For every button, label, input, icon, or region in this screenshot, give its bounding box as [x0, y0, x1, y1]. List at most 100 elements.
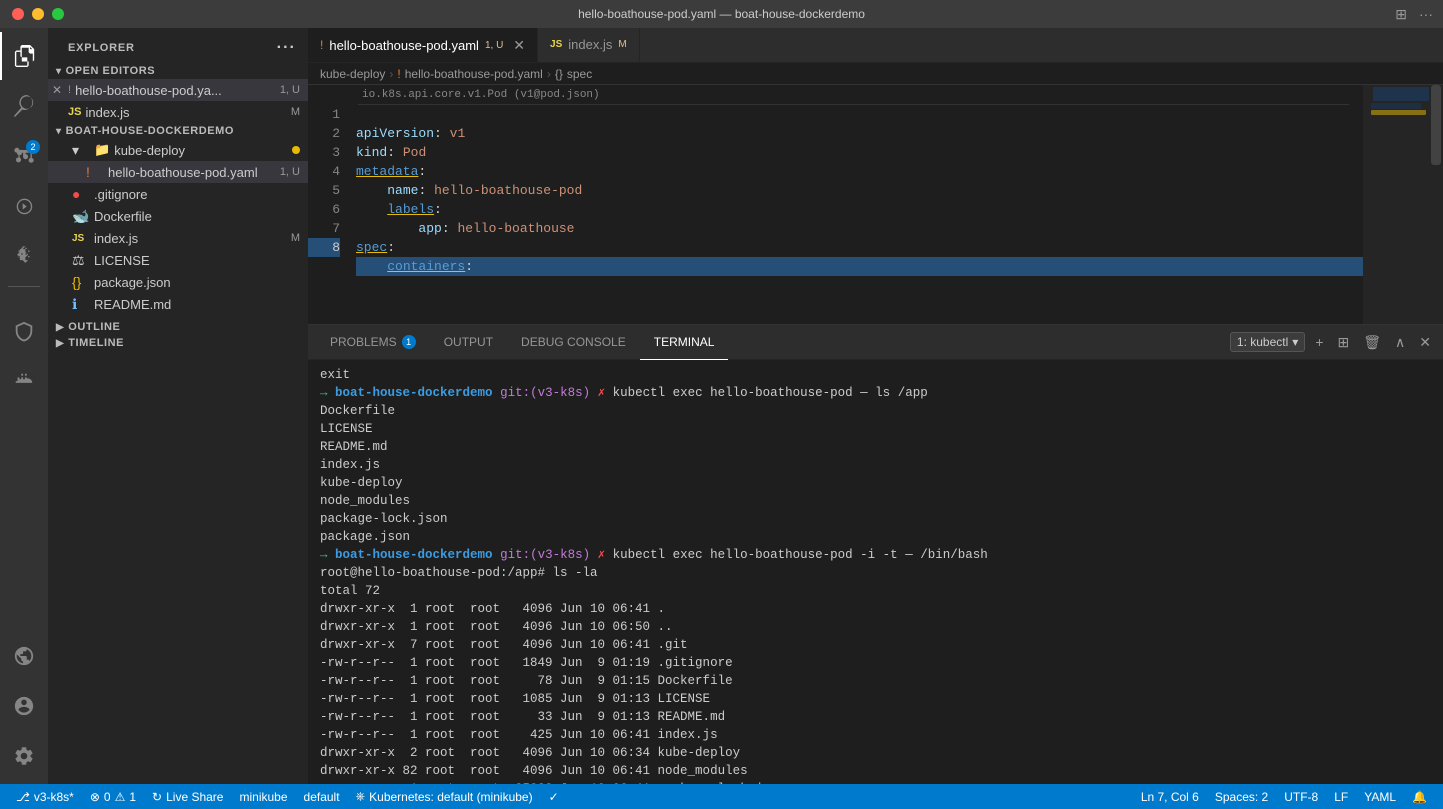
file-package-json[interactable]: {} package.json — [48, 271, 308, 293]
file-license-name: LICENSE — [94, 253, 150, 268]
outline-label: OUTLINE — [68, 321, 120, 333]
open-editors-section[interactable]: ▾ OPEN EDITORS — [48, 63, 308, 79]
warning-icon: ⚠ — [115, 790, 126, 804]
term-file-index: -rw-r--r-- 1 root root 425 Jun 10 06:41 … — [320, 726, 1431, 744]
activity-settings[interactable] — [0, 732, 48, 780]
tab-problems[interactable]: PROBLEMS 1 — [316, 325, 430, 360]
activity-docker[interactable] — [0, 358, 48, 406]
file-hello-boathouse-pod-yaml[interactable]: ! hello-boathouse-pod.yaml 1, U — [48, 161, 308, 183]
activity-bar: 2 — [0, 28, 48, 784]
term-file-gitignore: -rw-r--r-- 1 root root 1849 Jun 9 01:19 … — [320, 654, 1431, 672]
sidebar: EXPLORER ··· ▾ OPEN EDITORS ✕ ! hello-bo… — [48, 28, 308, 784]
project-section[interactable]: ▾ BOAT-HOUSE-DOCKERDEMO — [48, 123, 308, 139]
terminal-selector[interactable]: 1: kubectl ▾ — [1230, 332, 1305, 352]
readme-icon: ℹ — [72, 296, 88, 313]
term-ls-la: root@hello-boathouse-pod:/app# ls -la — [320, 564, 1431, 582]
status-line-col[interactable]: Ln 7, Col 6 — [1133, 784, 1207, 809]
activity-accounts[interactable] — [0, 682, 48, 730]
status-spaces[interactable]: Spaces: 2 — [1207, 784, 1276, 809]
status-language[interactable]: YAML — [1356, 784, 1404, 809]
status-encoding[interactable]: UTF-8 — [1276, 784, 1326, 809]
status-line-ending[interactable]: LF — [1326, 784, 1356, 809]
folder-kube-deploy[interactable]: ▾ 📁 kube-deploy — [48, 139, 308, 161]
file-license[interactable]: ⚖ LICENSE — [48, 249, 308, 271]
activity-source-control[interactable]: 2 — [0, 132, 48, 180]
kill-terminal-button[interactable]: 🗑 — [1359, 332, 1385, 353]
folder-kube-deploy-name: kube-deploy — [114, 143, 185, 158]
sidebar-header: EXPLORER ··· — [48, 28, 308, 63]
activity-extensions[interactable] — [0, 232, 48, 280]
activity-remote-explorer[interactable] — [0, 632, 48, 680]
window-title: hello-boathouse-pod.yaml — boat-house-do… — [578, 7, 865, 21]
tab-yaml-close[interactable]: ✕ — [513, 37, 525, 54]
close-panel-button[interactable]: ✕ — [1415, 332, 1435, 353]
open-editor-js-name: index.js — [85, 105, 290, 120]
tab-bar: ! hello-boathouse-pod.yaml 1, U ✕ JS ind… — [308, 28, 1443, 63]
tab-terminal[interactable]: TERMINAL — [640, 325, 729, 360]
tab-yaml[interactable]: ! hello-boathouse-pod.yaml 1, U ✕ — [308, 28, 538, 62]
status-default[interactable]: default — [296, 784, 348, 809]
status-kubernetes[interactable]: ⎈ Kubernetes: default (minikube) — [348, 784, 541, 809]
new-terminal-button[interactable]: + — [1311, 332, 1327, 352]
tab-debug-console[interactable]: DEBUG CONSOLE — [507, 325, 640, 360]
branch-name: v3-k8s* — [34, 790, 74, 804]
layout-icon[interactable]: ⊞ — [1395, 6, 1407, 23]
activity-run-debug[interactable] — [0, 182, 48, 230]
maximize-window-button[interactable] — [52, 8, 64, 20]
minimize-window-button[interactable] — [32, 8, 44, 20]
panel: PROBLEMS 1 OUTPUT DEBUG CONSOLE TERMINAL — [308, 324, 1443, 784]
split-terminal-button[interactable]: ⊞ — [1334, 332, 1354, 353]
breadcrumb-kube-deploy[interactable]: kube-deploy — [320, 67, 385, 81]
warning-count: 1 — [129, 790, 136, 804]
status-minikube[interactable]: minikube — [231, 784, 295, 809]
kubernetes-status-label: Kubernetes: default (minikube) — [369, 790, 532, 804]
activity-bottom — [0, 632, 48, 780]
outline-section[interactable]: ▶ OUTLINE — [48, 319, 308, 335]
close-yaml-button[interactable]: ✕ — [52, 83, 62, 97]
breadcrumb-file-icon: ! — [397, 67, 400, 81]
breadcrumb: kube-deploy › ! hello-boathouse-pod.yaml… — [308, 63, 1443, 85]
status-errors[interactable]: ⊗ 0 ⚠ 1 — [82, 784, 144, 809]
tab-js[interactable]: JS index.js M — [538, 28, 640, 62]
code-content[interactable]: apiVersion: v1 kind: Pod metadata: name:… — [348, 85, 1363, 324]
term-dir-par: drwxr-xr-x 1 root root 4096 Jun 10 06:50… — [320, 618, 1431, 636]
editor-scrollbar[interactable] — [1429, 85, 1443, 324]
tab-output[interactable]: OUTPUT — [430, 325, 507, 360]
branch-icon: ⎇ — [16, 790, 30, 804]
file-package-json-name: package.json — [94, 275, 171, 290]
language-label: YAML — [1364, 790, 1396, 804]
status-notifications[interactable]: 🔔 — [1404, 784, 1435, 809]
error-count: 0 — [104, 790, 111, 804]
file-gitignore[interactable]: ● .gitignore — [48, 183, 308, 205]
open-editor-yaml[interactable]: ✕ ! hello-boathouse-pod.ya... 1, U — [48, 79, 308, 101]
maximize-panel-button[interactable]: ∧ — [1391, 332, 1409, 353]
file-dockerfile[interactable]: 🐋 Dockerfile — [48, 205, 308, 227]
open-editor-js[interactable]: JS index.js M — [48, 101, 308, 123]
live-share-label: Live Share — [166, 790, 223, 804]
status-live-share[interactable]: ↻ Live Share — [144, 784, 231, 809]
activity-search[interactable] — [0, 82, 48, 130]
open-editor-yaml-name: hello-boathouse-pod.ya... — [75, 83, 280, 98]
file-readme[interactable]: ℹ README.md — [48, 293, 308, 315]
traffic-lights — [12, 8, 64, 20]
status-branch[interactable]: ⎇ v3-k8s* — [8, 784, 82, 809]
sidebar-more-button[interactable]: ··· — [277, 39, 296, 57]
terminal-content[interactable]: exit → boat-house-dockerdemo git:(v3-k8s… — [308, 360, 1443, 784]
term-out-indexjs: index.js — [320, 456, 1431, 474]
close-window-button[interactable] — [12, 8, 24, 20]
status-check[interactable]: ✓ — [541, 784, 567, 809]
file-gitignore-name: .gitignore — [94, 187, 147, 202]
activity-kubernetes[interactable] — [0, 308, 48, 356]
breadcrumb-spec[interactable]: spec — [567, 67, 592, 81]
file-index-js[interactable]: JS index.js M — [48, 227, 308, 249]
more-actions-icon[interactable]: ··· — [1419, 6, 1433, 23]
code-editor[interactable]: io.k8s.api.core.v1.Pod (v1@pod.json) 1 2… — [308, 85, 1443, 324]
yaml-icon: ! — [86, 164, 102, 180]
breadcrumb-filename[interactable]: hello-boathouse-pod.yaml — [405, 67, 543, 81]
bell-icon: 🔔 — [1412, 790, 1427, 804]
activity-explorer[interactable] — [0, 32, 48, 80]
timeline-section[interactable]: ▶ TIMELINE — [48, 335, 308, 351]
source-control-badge: 2 — [26, 140, 40, 154]
license-icon: ⚖ — [72, 252, 88, 269]
schema-hint: io.k8s.api.core.v1.Pod (v1@pod.json) — [358, 85, 1349, 105]
